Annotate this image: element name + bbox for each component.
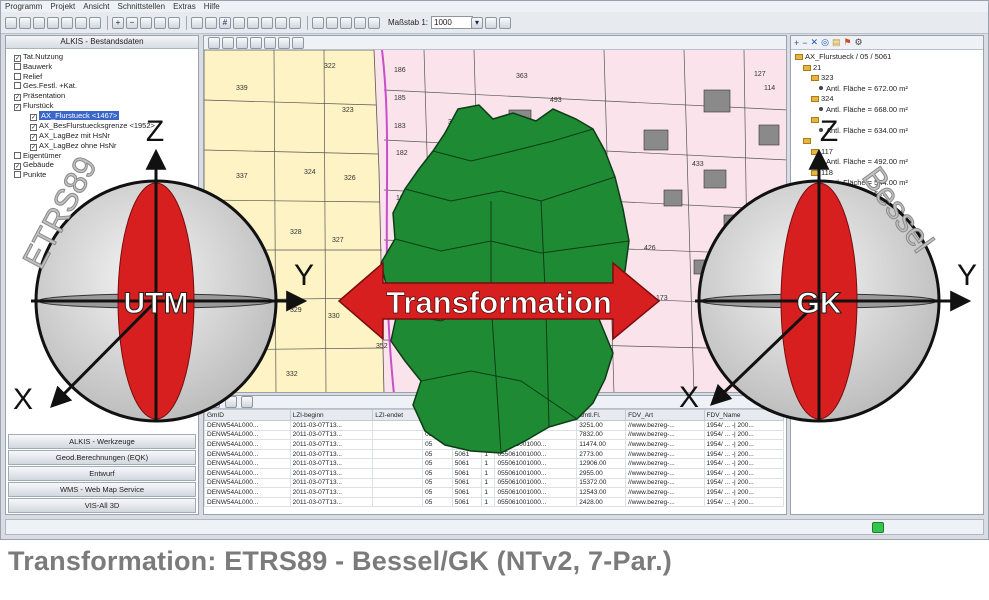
right-axis-z-label: Z [820, 115, 838, 148]
utm-label: UTM [124, 287, 189, 320]
figure-caption: Transformation: ETRS89 - Bessel/GK (NTv2… [8, 546, 672, 576]
left-axis-y-label: Y [294, 259, 314, 292]
right-axis-x-label: X [679, 381, 699, 414]
left-axis-z-label: Z [146, 115, 164, 148]
right-axis-y-label: Y [957, 259, 977, 292]
germany-map-shape [380, 104, 630, 454]
left-axis-x-label: X [13, 383, 33, 416]
gk-label: GK [797, 287, 842, 320]
alkis-application-window: Programm Projekt Ansicht Schnittstellen … [0, 0, 989, 540]
transformation-label: Transformation [386, 285, 612, 320]
transformation-overlay: UTM Z Y X ETRS89 GK Z Y X Bessel Transfo… [13, 104, 977, 454]
